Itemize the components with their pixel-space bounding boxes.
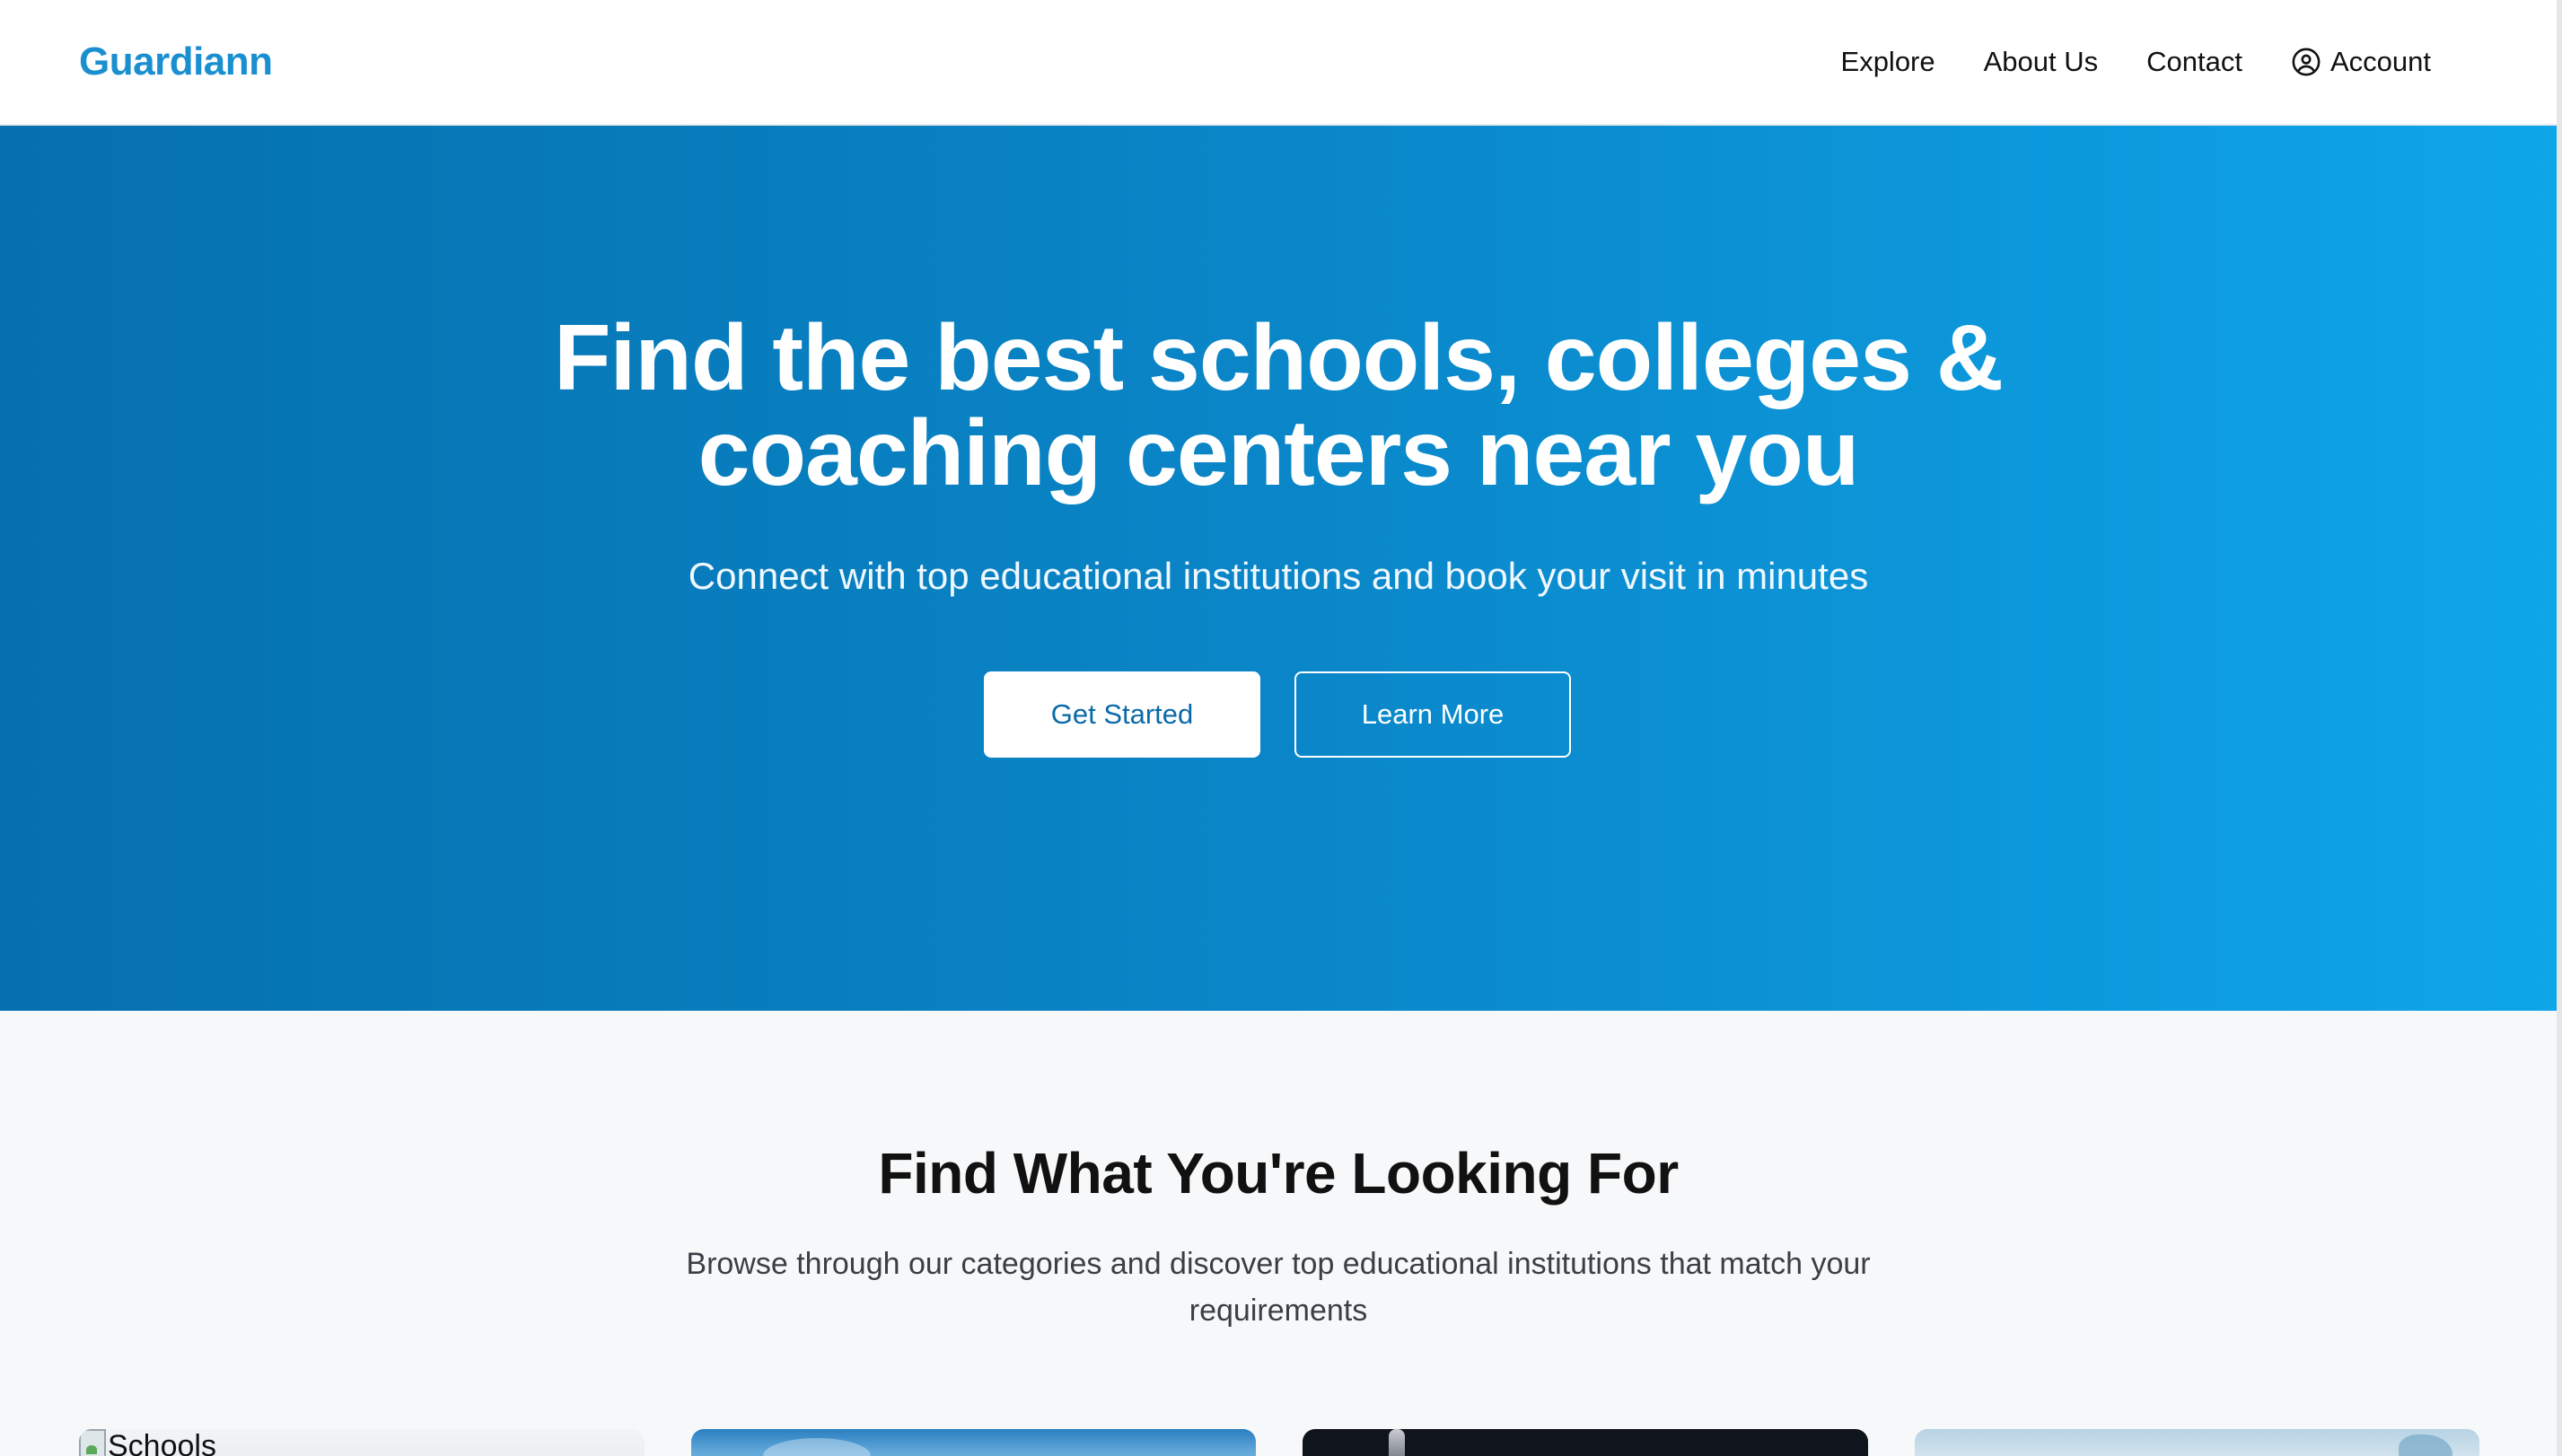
nav-contact-link[interactable]: Contact	[2146, 46, 2242, 78]
nav-account-link[interactable]: Account	[2291, 46, 2431, 78]
brand-logo[interactable]: Guardiann	[79, 39, 273, 84]
categories-section: Find What You're Looking For Browse thro…	[0, 1011, 2557, 1456]
nav-about-link[interactable]: About Us	[1984, 46, 2099, 78]
category-card-2[interactable]	[690, 1429, 1256, 1456]
hero-title: Find the best schools, colleges & coachi…	[0, 311, 2557, 501]
broken-image-icon	[79, 1429, 106, 1456]
page: Guardiann Explore About Us Contact Accou…	[0, 0, 2562, 1456]
category-image-schools: Schools	[79, 1429, 216, 1456]
nav-explore-link[interactable]: Explore	[1841, 46, 1935, 78]
site-header: Guardiann Explore About Us Contact Accou…	[0, 0, 2557, 126]
categories-description: Browse through our categories and discov…	[686, 1247, 1871, 1328]
nav-account-label: Account	[2329, 46, 2431, 77]
category-card-schools[interactable]: Schools	[79, 1429, 645, 1456]
hero-subtitle: Connect with top educational institution…	[688, 555, 1869, 597]
categories-title: Find What You're Looking For	[878, 1141, 1679, 1206]
category-card-4[interactable]	[1914, 1429, 2479, 1456]
category-image-alt: Schools	[108, 1429, 216, 1456]
hero-section: Find the best schools, colleges & coachi…	[0, 126, 2557, 1011]
hero-actions: Get Started Learn More	[0, 671, 2557, 758]
get-started-button[interactable]: Get Started	[984, 671, 1260, 758]
main-nav: Explore About Us Contact Account	[1841, 46, 2431, 78]
hero-title-line-1: Find the best schools, colleges &	[554, 306, 2004, 410]
learn-more-button[interactable]: Learn More	[1294, 671, 1571, 758]
vertical-scrollbar[interactable]	[2557, 0, 2562, 1456]
category-card-3[interactable]	[1303, 1429, 1868, 1456]
hero-title-line-2: coaching centers near you	[698, 401, 1860, 505]
user-circle-icon	[2291, 47, 2321, 77]
category-cards: Schools	[79, 1429, 2479, 1456]
